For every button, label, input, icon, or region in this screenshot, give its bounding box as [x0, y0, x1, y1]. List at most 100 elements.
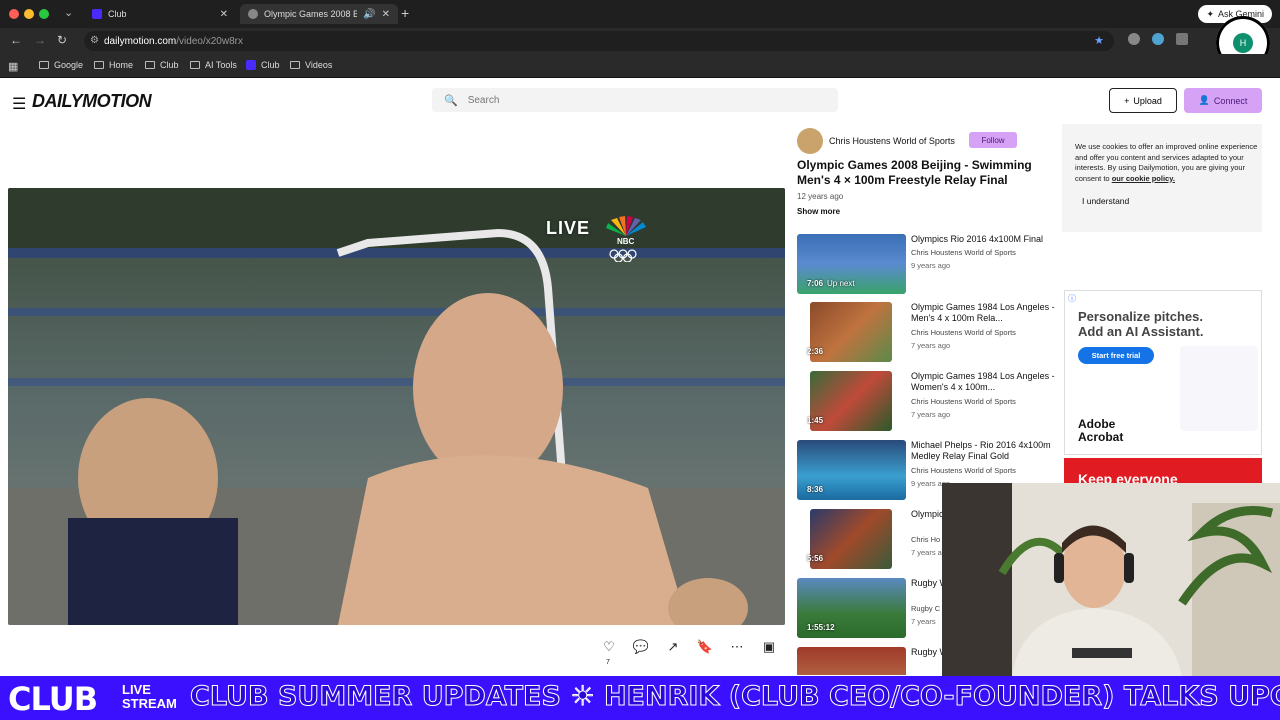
tab-label: Club: [108, 9, 127, 19]
related-age: 7 years: [911, 617, 936, 626]
url-field[interactable]: ⚙ dailymotion.com/video/x20w8rx ★: [84, 31, 1114, 51]
bookmark-icon[interactable]: 🔖: [696, 638, 714, 656]
bookmark-label: Club: [261, 60, 280, 70]
speaker-icon[interactable]: 🔊: [363, 9, 375, 20]
close-window-button[interactable]: [9, 9, 19, 19]
search-input[interactable]: [467, 94, 808, 106]
upload-label: Upload: [1133, 95, 1162, 106]
duration-badge: 1:45: [807, 416, 824, 425]
bookmark-club-site[interactable]: Club: [246, 60, 280, 70]
related-title: Olympic Games 1984 Los Angeles - Men's 4…: [911, 302, 1055, 323]
show-more-link[interactable]: Show more: [797, 207, 840, 216]
video-frame-image: [8, 188, 785, 625]
related-age: 7 years ago: [911, 341, 951, 350]
related-title: Michael Phelps - Rio 2016 4x100m Medley …: [911, 440, 1051, 461]
video-age: 12 years ago: [797, 192, 844, 201]
comment-icon[interactable]: 💬: [632, 638, 650, 656]
dailymotion-logo[interactable]: DAILYMOTION: [32, 91, 152, 112]
minimize-window-button[interactable]: [24, 9, 34, 19]
bookmark-label: AI Tools: [205, 60, 237, 70]
club-favicon-icon: [92, 9, 102, 19]
tab-label: Olympic Games 2008 Be: [264, 9, 358, 19]
related-channel: Chris Houstens World of Sports: [911, 328, 1016, 337]
related-video-item[interactable]: 2:36 Olympic Games 1984 Los Angeles - Me…: [797, 302, 1057, 364]
upload-button[interactable]: + Upload: [1109, 88, 1177, 113]
ad-headline: Personalize pitches. Add an AI Assistant…: [1078, 309, 1204, 339]
bookmark-google[interactable]: Google: [39, 60, 83, 70]
extension-icon[interactable]: [1152, 33, 1164, 45]
start-free-trial-button[interactable]: Start free trial: [1078, 347, 1154, 364]
related-video-item[interactable]: Rugby W South A: [797, 647, 942, 675]
sparkle-icon: ✦: [1206, 8, 1214, 19]
red-ad[interactable]: Keep everyone: [1064, 458, 1262, 484]
related-title: Olympic Games 1984 Los Angeles - Women's…: [911, 371, 1055, 392]
ad-brand-text: Adobe Acrobat: [1078, 417, 1124, 444]
browser-tab-bar: ⌄ Club ✕ Olympic Games 2008 Be 🔊 ✕ + ✦ A…: [0, 0, 1280, 28]
forward-icon[interactable]: →: [34, 33, 46, 47]
related-title: Rugby W South A: [911, 647, 942, 657]
club-favicon-icon: [246, 60, 256, 70]
close-tab-icon[interactable]: ✕: [220, 9, 228, 20]
live-overlay-text: LIVE: [546, 218, 591, 238]
follow-button[interactable]: Follow: [969, 132, 1017, 148]
channel-avatar[interactable]: [797, 128, 823, 154]
address-bar-row: ← → ↻ ⚙ dailymotion.com/video/x20w8rx ★: [0, 28, 1280, 54]
webcam-image: [942, 483, 1280, 676]
related-title: Rugby W vs New: [911, 578, 942, 588]
more-options-icon[interactable]: ⋯: [728, 638, 746, 656]
connect-label: Connect: [1213, 95, 1248, 106]
bookmark-club[interactable]: Club: [145, 60, 179, 70]
related-channel: Rugby C: [911, 604, 941, 613]
related-channel: Chris Ho: [911, 535, 941, 544]
miniplayer-icon[interactable]: ▣: [760, 638, 778, 656]
tab-club[interactable]: Club ✕: [84, 4, 236, 24]
back-icon[interactable]: ←: [10, 33, 22, 47]
bookmark-label: Google: [54, 60, 84, 70]
bookmark-ai-tools[interactable]: AI Tools: [190, 60, 237, 70]
folder-icon: [145, 61, 155, 69]
tab-list-chevron-icon[interactable]: ⌄: [64, 6, 73, 19]
club-logo: CLUB: [8, 680, 98, 718]
nbc-text: NBC: [617, 237, 635, 246]
related-video-item[interactable]: 1:55:12 Rugby W vs New Rugby C 7 years: [797, 578, 942, 640]
close-tab-icon[interactable]: ✕: [382, 9, 390, 20]
video-actions: ♡ 7 💬 ↗ 🔖 ⋯ ▣: [600, 638, 778, 666]
site-info-icon[interactable]: ⚙: [90, 35, 99, 46]
duration-badge: 7:06: [807, 279, 824, 288]
news-ticker: CLUB SUMMER UPDATES ☀ HENRIK (CLUB CEO/C…: [189, 681, 1280, 713]
nbc-peacock-logo: NBC: [603, 214, 649, 264]
channel-name[interactable]: Chris Houstens World of Sports: [829, 136, 955, 146]
adobe-ad[interactable]: ⓘ Personalize pitches. Add an AI Assista…: [1064, 290, 1262, 455]
menu-icon[interactable]: ☰: [12, 94, 26, 114]
video-player[interactable]: [8, 188, 785, 625]
video-thumbnail: [797, 647, 906, 675]
puzzle-icon[interactable]: [1176, 33, 1188, 45]
cookie-policy-link[interactable]: our cookie policy.: [1112, 174, 1175, 183]
url-host: dailymotion.com: [104, 35, 177, 47]
new-tab-icon[interactable]: +: [401, 5, 409, 21]
apps-grid-icon[interactable]: ▦: [8, 60, 18, 73]
ad-brand: Adobe Acrobat: [1078, 418, 1134, 444]
related-video-item[interactable]: 5:56 Olympic Angele Chris Ho 7 years a: [797, 509, 942, 571]
related-video-item[interactable]: 1:45 Olympic Games 1984 Los Angeles - Wo…: [797, 371, 1057, 433]
adchoices-icon[interactable]: ⓘ: [1068, 293, 1076, 304]
extension-icon[interactable]: [1128, 33, 1140, 45]
related-video-item[interactable]: 7:06 Up next Olympics Rio 2016 4x100M Fi…: [797, 234, 1057, 296]
bookmark-star-icon[interactable]: ★: [1094, 34, 1104, 47]
ad-preview-image: [1180, 346, 1258, 431]
maximize-window-button[interactable]: [39, 9, 49, 19]
cookie-notice: We use cookies to offer an improved onli…: [1062, 124, 1262, 232]
reload-icon[interactable]: ↻: [57, 33, 67, 47]
like-heart-icon[interactable]: ♡ 7: [600, 638, 618, 666]
tab-dailymotion[interactable]: Olympic Games 2008 Be 🔊 ✕: [240, 4, 398, 24]
connect-button[interactable]: 👤 Connect: [1184, 88, 1262, 113]
related-channel: Chris Houstens World of Sports: [911, 248, 1016, 257]
search-box[interactable]: 🔍: [432, 88, 838, 112]
duration-badge: 8:36: [807, 485, 824, 494]
share-icon[interactable]: ↗: [664, 638, 682, 656]
dailymotion-favicon-icon: [248, 9, 258, 19]
bookmark-videos[interactable]: Videos: [290, 60, 332, 70]
bookmark-home[interactable]: Home: [94, 60, 133, 70]
cookie-accept-button[interactable]: I understand: [1082, 196, 1129, 206]
related-channel: Chris Houstens World of Sports: [911, 397, 1016, 406]
